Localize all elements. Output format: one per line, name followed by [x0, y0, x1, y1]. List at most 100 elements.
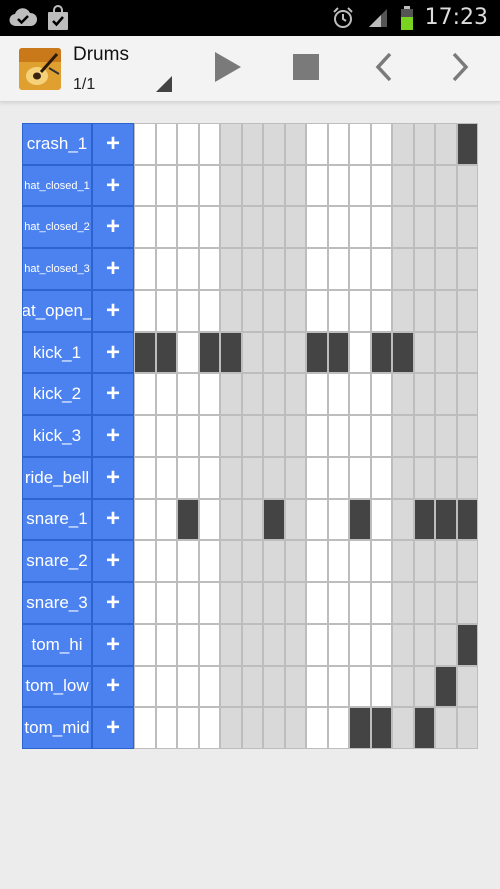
step-cell[interactable] [392, 373, 414, 416]
step-cell[interactable] [284, 498, 306, 541]
step-cell[interactable] [456, 582, 478, 624]
step-cell[interactable] [392, 123, 414, 165]
step-cell[interactable] [263, 582, 285, 624]
step-cell[interactable] [435, 707, 457, 749]
track-options-button[interactable]: + [92, 331, 134, 374]
step-cell[interactable] [370, 248, 392, 290]
track-label[interactable]: kick_3 [22, 415, 92, 457]
pattern-title[interactable]: Drums [73, 44, 129, 66]
step-cell[interactable] [456, 206, 478, 249]
step-cell[interactable] [413, 540, 435, 583]
step-cell[interactable] [370, 123, 392, 165]
step-cell[interactable] [327, 623, 349, 666]
step-cell[interactable] [220, 498, 242, 541]
step-cell[interactable] [456, 331, 478, 374]
track-options-button[interactable]: + [92, 415, 134, 457]
step-cell[interactable] [392, 456, 414, 499]
step-cell[interactable] [155, 540, 177, 583]
step-cell[interactable] [155, 582, 177, 624]
track-label[interactable]: snare_2 [22, 540, 92, 583]
track-label[interactable]: kick_2 [22, 373, 92, 416]
step-cell[interactable] [392, 540, 414, 583]
step-cell[interactable] [284, 373, 306, 416]
step-cell[interactable] [241, 415, 263, 457]
step-cell[interactable] [456, 665, 478, 708]
step-cell-active[interactable] [370, 331, 392, 374]
step-cell[interactable] [327, 123, 349, 165]
step-cell[interactable] [392, 582, 414, 624]
step-cell[interactable] [155, 289, 177, 332]
step-cell[interactable] [306, 582, 328, 624]
step-cell[interactable] [134, 248, 156, 290]
step-cell[interactable] [198, 540, 220, 583]
step-cell[interactable] [327, 415, 349, 457]
previous-pattern-button[interactable] [356, 36, 412, 102]
step-cell-active[interactable] [413, 498, 435, 541]
step-cell[interactable] [263, 415, 285, 457]
track-label[interactable]: hat_closed_1 [22, 164, 92, 207]
step-cell[interactable] [435, 248, 457, 290]
step-cell[interactable] [177, 456, 199, 499]
step-cell[interactable] [155, 123, 177, 165]
step-cell[interactable] [134, 206, 156, 249]
step-cell[interactable] [177, 373, 199, 416]
step-cell[interactable] [177, 331, 199, 374]
play-button[interactable] [200, 36, 256, 102]
step-cell[interactable] [306, 289, 328, 332]
step-cell-active[interactable] [413, 707, 435, 749]
step-cell[interactable] [370, 582, 392, 624]
step-cell[interactable] [198, 206, 220, 249]
step-cell-active[interactable] [155, 331, 177, 374]
step-cell[interactable] [370, 623, 392, 666]
step-cell[interactable] [241, 206, 263, 249]
step-cell[interactable] [370, 665, 392, 708]
step-cell[interactable] [198, 415, 220, 457]
step-cell[interactable] [370, 206, 392, 249]
step-cell[interactable] [177, 206, 199, 249]
step-cell[interactable] [392, 206, 414, 249]
step-cell-active[interactable] [456, 123, 478, 165]
step-cell[interactable] [134, 415, 156, 457]
step-cell[interactable] [435, 206, 457, 249]
step-cell[interactable] [435, 456, 457, 499]
step-cell[interactable] [435, 331, 457, 374]
step-cell[interactable] [241, 331, 263, 374]
step-cell[interactable] [220, 248, 242, 290]
step-cell-active[interactable] [177, 498, 199, 541]
step-cell[interactable] [134, 289, 156, 332]
step-cell[interactable] [284, 456, 306, 499]
step-cell[interactable] [241, 665, 263, 708]
track-label[interactable]: tom_low [22, 665, 92, 708]
step-cell[interactable] [155, 456, 177, 499]
step-cell[interactable] [241, 582, 263, 624]
step-cell[interactable] [284, 665, 306, 708]
track-label[interactable]: snare_1 [22, 498, 92, 541]
step-cell-active[interactable] [349, 498, 371, 541]
step-cell[interactable] [306, 123, 328, 165]
step-cell[interactable] [327, 707, 349, 749]
step-cell[interactable] [349, 415, 371, 457]
step-cell[interactable] [392, 164, 414, 207]
track-options-button[interactable]: + [92, 373, 134, 416]
step-cell[interactable] [177, 582, 199, 624]
step-cell[interactable] [284, 707, 306, 749]
step-cell-active[interactable] [220, 331, 242, 374]
step-cell-active[interactable] [327, 331, 349, 374]
step-cell[interactable] [198, 665, 220, 708]
track-label[interactable]: snare_3 [22, 582, 92, 624]
step-cell[interactable] [198, 164, 220, 207]
step-cell[interactable] [263, 456, 285, 499]
step-cell[interactable] [306, 248, 328, 290]
step-cell[interactable] [134, 123, 156, 165]
step-cell[interactable] [349, 373, 371, 416]
step-cell[interactable] [306, 498, 328, 541]
step-cell[interactable] [284, 415, 306, 457]
step-cell[interactable] [284, 123, 306, 165]
step-cell[interactable] [155, 665, 177, 708]
step-cell[interactable] [370, 456, 392, 499]
step-cell[interactable] [198, 123, 220, 165]
step-cell[interactable] [413, 248, 435, 290]
next-pattern-button[interactable] [432, 36, 488, 102]
step-cell[interactable] [263, 707, 285, 749]
step-cell[interactable] [306, 164, 328, 207]
